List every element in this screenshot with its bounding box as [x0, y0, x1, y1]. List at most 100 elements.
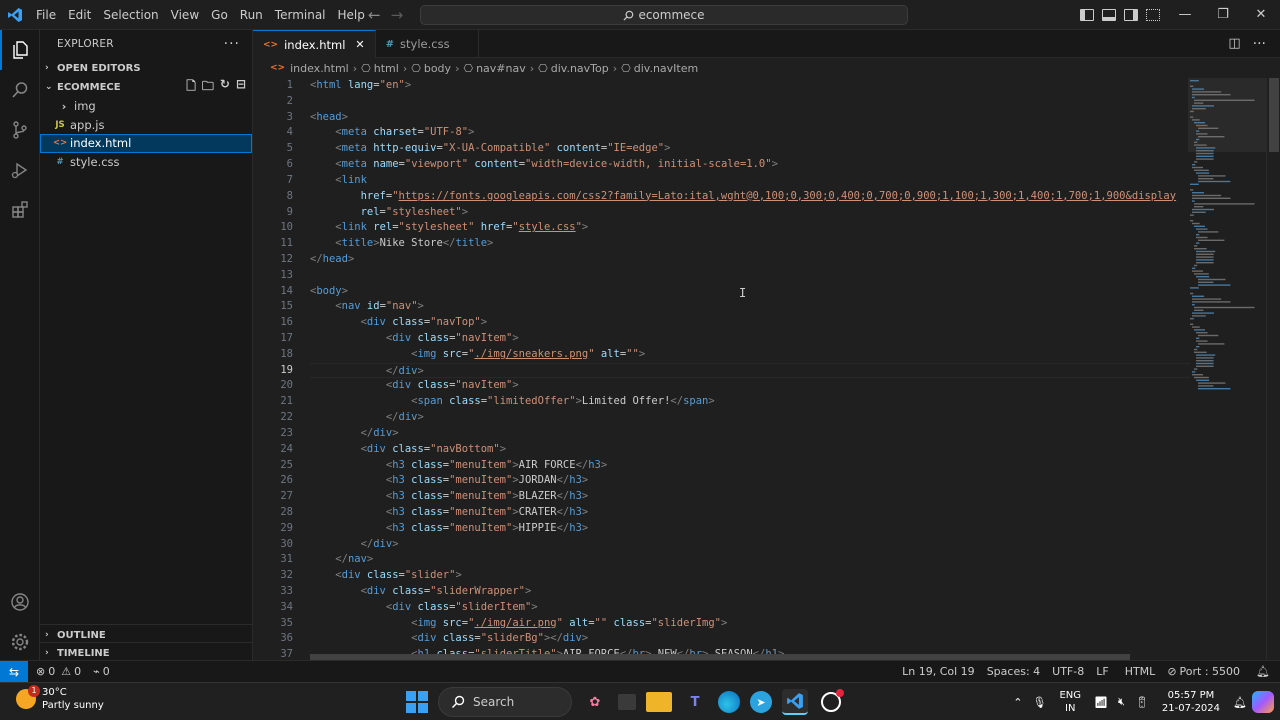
menu-terminal[interactable]: Terminal: [269, 0, 332, 30]
source-control-icon[interactable]: [0, 110, 40, 150]
wifi-icon[interactable]: 📶︎: [1089, 696, 1113, 709]
breadcrumb-item[interactable]: nav#nav: [476, 62, 526, 75]
github-desktop-icon[interactable]: [818, 689, 844, 715]
extensions-icon[interactable]: [0, 190, 40, 230]
code-line[interactable]: <span class="limitedOffer">Limited Offer…: [310, 394, 1190, 410]
notifications-bell-icon[interactable]: 🔔︎: [1246, 665, 1280, 678]
edge-browser-icon[interactable]: [718, 691, 740, 713]
live-server-port[interactable]: ⊘ Port : 5500: [1161, 665, 1246, 678]
indentation[interactable]: Spaces: 4: [981, 665, 1046, 678]
remote-indicator-icon[interactable]: ⇆: [0, 660, 28, 683]
code-editor[interactable]: 1 2 3 4 5 6 7 8 9 10 11 12 13 14 15 16 17 18 19 20 21 22 23 24 2…: [253, 78, 1280, 660]
new-folder-icon[interactable]: 🗀: [202, 77, 214, 98]
code-line[interactable]: <nav id="nav">: [310, 299, 1190, 315]
chevron-up-icon[interactable]: ⌃: [1008, 696, 1027, 709]
breadcrumb-item[interactable]: body: [424, 62, 451, 75]
more-actions-icon[interactable]: ···: [1253, 36, 1266, 52]
code-line[interactable]: <img src="./img/air.png" alt="" class="s…: [310, 616, 1190, 632]
code-line[interactable]: [310, 268, 1190, 284]
toggle-secondary-sidebar-icon[interactable]: [1124, 9, 1138, 21]
code-line[interactable]: <h3 class="menuItem">HIPPIE</h3>: [310, 521, 1190, 537]
code-line[interactable]: <h3 class="menuItem">JORDAN</h3>: [310, 473, 1190, 489]
file-explorer-icon[interactable]: [646, 692, 672, 712]
breadcrumb-item[interactable]: div.navItem: [634, 62, 698, 75]
vertical-scrollbar[interactable]: [1266, 78, 1280, 660]
open-editors-section[interactable]: › OPEN EDITORS: [40, 58, 252, 78]
code-line[interactable]: </head>: [310, 252, 1190, 268]
code-line[interactable]: <meta name="viewport" content="width=dev…: [310, 157, 1190, 173]
code-line[interactable]: <html lang="en">: [310, 78, 1190, 94]
command-center-search[interactable]: ecommece: [420, 5, 908, 25]
tree-item-app-js[interactable]: JS app.js: [40, 116, 252, 135]
task-view-icon[interactable]: [618, 694, 636, 710]
code-line[interactable]: <head>: [310, 110, 1190, 126]
code-line[interactable]: <h3 class="menuItem">CRATER</h3>: [310, 505, 1190, 521]
ports-indicator[interactable]: ⌁ 0: [87, 665, 116, 678]
explorer-icon[interactable]: [0, 30, 40, 70]
end-of-line[interactable]: LF: [1090, 665, 1114, 678]
code-line[interactable]: <div class="navTop">: [310, 315, 1190, 331]
code-line[interactable]: </div>: [310, 362, 1190, 379]
code-line[interactable]: [310, 94, 1190, 110]
code-content[interactable]: <html lang="en"> <head> <meta charset="UT…: [310, 78, 1190, 660]
code-line[interactable]: <title>Nike Store</title>: [310, 236, 1190, 252]
settings-gear-icon[interactable]: [0, 622, 40, 662]
code-line[interactable]: </nav>: [310, 552, 1190, 568]
code-line[interactable]: <div class="navBottom">: [310, 442, 1190, 458]
code-line[interactable]: <div class="sliderBg"></div>: [310, 631, 1190, 647]
code-line[interactable]: </div>: [310, 410, 1190, 426]
scrollbar-thumb[interactable]: [1269, 78, 1279, 152]
menu-file[interactable]: File: [30, 0, 62, 30]
run-debug-icon[interactable]: [0, 150, 40, 190]
tree-item-index-html[interactable]: <> index.html: [40, 134, 252, 153]
code-line[interactable]: <h3 class="menuItem">AIR FORCE</h3>: [310, 458, 1190, 474]
search-icon[interactable]: [0, 70, 40, 110]
minimize-icon[interactable]: —: [1166, 0, 1204, 30]
breadcrumb-item[interactable]: div.navTop: [551, 62, 609, 75]
tab-style-css[interactable]: # style.css: [376, 30, 479, 58]
copilot-icon[interactable]: [1252, 691, 1274, 713]
menu-edit[interactable]: Edit: [62, 0, 97, 30]
tree-item-img-folder[interactable]: › img: [40, 97, 252, 116]
code-line[interactable]: </div>: [310, 426, 1190, 442]
new-file-icon[interactable]: 🗋: [186, 77, 196, 98]
breadcrumb-item[interactable]: index.html: [290, 62, 349, 75]
menu-view[interactable]: View: [165, 0, 205, 30]
code-line[interactable]: <div class="sliderItem">: [310, 600, 1190, 616]
language-mode[interactable]: HTML: [1115, 665, 1162, 678]
telegram-icon[interactable]: ➤: [750, 691, 772, 713]
menu-run[interactable]: Run: [234, 0, 269, 30]
problems-indicator[interactable]: ⊗ 0 ⚠ 0: [28, 665, 87, 678]
split-editor-icon[interactable]: ◫: [1228, 36, 1240, 51]
code-line[interactable]: <link: [310, 173, 1190, 189]
refresh-icon[interactable]: ↻: [220, 77, 230, 98]
taskbar-search[interactable]: Search: [438, 687, 572, 717]
cursor-position[interactable]: Ln 19, Col 19: [896, 665, 981, 678]
toggle-primary-sidebar-icon[interactable]: [1080, 9, 1094, 21]
account-icon[interactable]: [0, 582, 40, 622]
windows-start-icon[interactable]: [406, 691, 428, 713]
back-arrow-icon[interactable]: ←: [368, 6, 381, 24]
project-section[interactable]: ⌄ ECOMMECE 🗋 🗀 ↻ ⊟: [40, 77, 252, 97]
close-icon[interactable]: ✕: [1242, 0, 1280, 30]
tree-item-style-css[interactable]: # style.css: [40, 153, 252, 172]
close-tab-icon[interactable]: ✕: [355, 38, 364, 51]
encoding[interactable]: UTF-8: [1046, 665, 1090, 678]
vscode-taskbar-icon[interactable]: [782, 689, 808, 715]
code-line[interactable]: <body>: [310, 284, 1190, 300]
code-line[interactable]: </div>: [310, 537, 1190, 553]
code-line[interactable]: <meta charset="UTF-8">: [310, 125, 1190, 141]
weather-widget[interactable]: 1 30°C Partly sunny: [16, 685, 104, 712]
code-line[interactable]: href="https://fonts.googleapis.com/css2?…: [310, 189, 1190, 205]
customize-layout-icon[interactable]: [1146, 9, 1160, 21]
language-indicator[interactable]: ENG IN: [1051, 689, 1089, 715]
forward-arrow-icon[interactable]: →: [391, 6, 404, 24]
code-line[interactable]: <div class="slider">: [310, 568, 1190, 584]
more-actions-icon[interactable]: ···: [224, 36, 240, 52]
teams-icon[interactable]: T: [682, 689, 708, 715]
clock[interactable]: 05:57 PM 21-07-2024: [1154, 689, 1228, 715]
code-line[interactable]: <div class="navItem">: [310, 331, 1190, 347]
collapse-all-icon[interactable]: ⊟: [236, 77, 246, 98]
menu-selection[interactable]: Selection: [97, 0, 164, 30]
toggle-panel-icon[interactable]: [1102, 9, 1116, 21]
